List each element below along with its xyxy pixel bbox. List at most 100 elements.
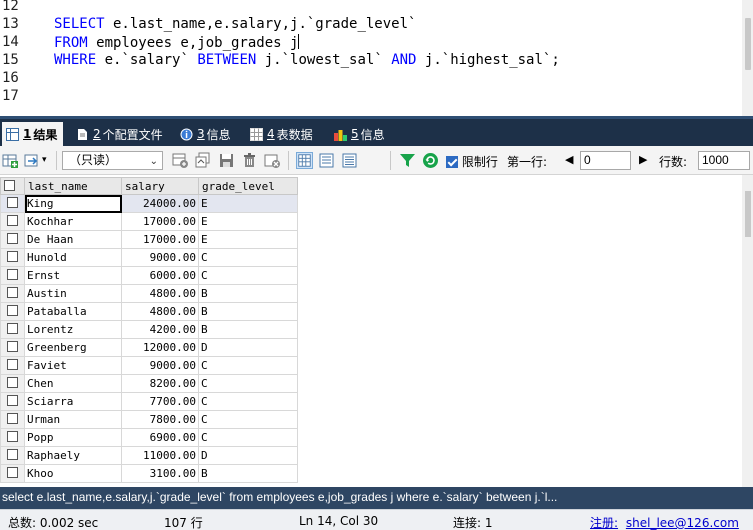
code-line[interactable]: SELECT e.last_name,e.salary,j.`grade_lev… bbox=[54, 16, 416, 32]
refresh-icon[interactable] bbox=[422, 152, 439, 169]
editor-scrollbar-thumb[interactable] bbox=[745, 18, 751, 70]
cell-last-name[interactable]: Pataballa bbox=[24, 302, 122, 321]
row-select-checkbox[interactable] bbox=[0, 266, 25, 285]
cell-salary[interactable]: 24000.00 bbox=[121, 194, 199, 213]
table-row[interactable]: Raphaely 11000.00 D bbox=[0, 446, 298, 465]
editor-scrollbar[interactable] bbox=[742, 0, 753, 116]
row-select-checkbox[interactable] bbox=[0, 428, 25, 447]
cell-grade-level[interactable]: E bbox=[198, 212, 298, 231]
delete-row-icon[interactable] bbox=[241, 152, 258, 169]
table-row[interactable]: King 24000.00 E bbox=[0, 194, 298, 213]
cell-salary[interactable]: 6000.00 bbox=[121, 266, 199, 285]
cell-last-name[interactable]: Raphaely bbox=[24, 446, 122, 465]
duplicate-row-icon[interactable] bbox=[195, 152, 212, 169]
cell-last-name[interactable]: King bbox=[24, 194, 122, 213]
row-select-checkbox[interactable] bbox=[0, 338, 25, 357]
table-row[interactable]: Chen 8200.00 C bbox=[0, 374, 298, 393]
add-row-icon[interactable] bbox=[2, 152, 19, 169]
cell-grade-level[interactable]: E bbox=[198, 230, 298, 249]
row-select-checkbox[interactable] bbox=[0, 410, 25, 429]
table-row[interactable]: Kochhar 17000.00 E bbox=[0, 212, 298, 231]
cell-last-name[interactable]: Lorentz bbox=[24, 320, 122, 339]
cell-salary[interactable]: 4200.00 bbox=[121, 320, 199, 339]
cell-last-name[interactable]: Ernst bbox=[24, 266, 122, 285]
cell-salary[interactable]: 3100.00 bbox=[121, 464, 199, 483]
text-view-icon[interactable] bbox=[341, 152, 358, 169]
save-icon[interactable] bbox=[218, 152, 235, 169]
cell-salary[interactable]: 17000.00 bbox=[121, 230, 199, 249]
cell-grade-level[interactable]: E bbox=[198, 194, 298, 213]
table-row[interactable]: Ernst 6000.00 C bbox=[0, 266, 298, 285]
cell-salary[interactable]: 11000.00 bbox=[121, 446, 199, 465]
cell-grade-level[interactable]: B bbox=[198, 464, 298, 483]
column-header-grade-level[interactable]: grade_level bbox=[198, 177, 298, 195]
cell-last-name[interactable]: De Haan bbox=[24, 230, 122, 249]
cell-salary[interactable]: 9000.00 bbox=[121, 356, 199, 375]
cell-grade-level[interactable]: B bbox=[198, 320, 298, 339]
cell-grade-level[interactable]: C bbox=[198, 392, 298, 411]
cell-grade-level[interactable]: C bbox=[198, 428, 298, 447]
form-view-icon[interactable] bbox=[318, 152, 335, 169]
table-row[interactable]: Popp 6900.00 C bbox=[0, 428, 298, 447]
insert-row-icon[interactable] bbox=[172, 152, 189, 169]
tab-result-grid[interactable]: 1 结果 bbox=[2, 122, 64, 146]
cell-last-name[interactable]: Sciarra bbox=[24, 392, 122, 411]
register-label[interactable]: 注册: bbox=[590, 516, 618, 530]
grid-view-icon[interactable] bbox=[296, 152, 313, 169]
table-row[interactable]: De Haan 17000.00 E bbox=[0, 230, 298, 249]
checkbox-checked-icon[interactable] bbox=[446, 156, 458, 168]
cell-grade-level[interactable]: C bbox=[198, 356, 298, 375]
row-select-checkbox[interactable] bbox=[0, 212, 25, 231]
grid-scrollbar[interactable] bbox=[742, 175, 753, 487]
result-grid[interactable]: last_name salary grade_level King 24000.0… bbox=[0, 175, 753, 487]
row-select-checkbox[interactable] bbox=[0, 248, 25, 267]
cell-salary[interactable]: 9000.00 bbox=[121, 248, 199, 267]
cell-grade-level[interactable]: D bbox=[198, 446, 298, 465]
cell-salary[interactable]: 7800.00 bbox=[121, 410, 199, 429]
cell-grade-level[interactable]: D bbox=[198, 338, 298, 357]
tab-table-data[interactable]: 4 表数据 bbox=[246, 123, 319, 145]
cell-grade-level[interactable]: C bbox=[198, 374, 298, 393]
next-page-icon[interactable]: ▶ bbox=[639, 153, 647, 166]
row-select-checkbox[interactable] bbox=[0, 320, 25, 339]
cell-salary[interactable]: 17000.00 bbox=[121, 212, 199, 231]
limit-rows-checkbox[interactable]: 限制行 bbox=[446, 153, 498, 170]
table-row[interactable]: Pataballa 4800.00 B bbox=[0, 302, 298, 321]
export-icon[interactable] bbox=[24, 152, 41, 169]
cell-grade-level[interactable]: C bbox=[198, 248, 298, 267]
row-count-input[interactable]: 1000 bbox=[698, 151, 750, 170]
cell-last-name[interactable]: Khoo bbox=[24, 464, 122, 483]
cell-salary[interactable]: 7700.00 bbox=[121, 392, 199, 411]
select-all-checkbox[interactable] bbox=[0, 177, 25, 195]
filter-icon[interactable] bbox=[399, 152, 416, 169]
cell-last-name[interactable]: Chen bbox=[24, 374, 122, 393]
table-row[interactable]: Sciarra 7700.00 C bbox=[0, 392, 298, 411]
table-row[interactable]: Austin 4800.00 B bbox=[0, 284, 298, 303]
row-select-checkbox[interactable] bbox=[0, 446, 25, 465]
registered-user-link[interactable]: shel_lee@126.com bbox=[626, 516, 739, 530]
cell-grade-level[interactable]: C bbox=[198, 266, 298, 285]
cell-last-name[interactable]: Hunold bbox=[24, 248, 122, 267]
row-select-checkbox[interactable] bbox=[0, 194, 25, 213]
row-select-checkbox[interactable] bbox=[0, 374, 25, 393]
table-row[interactable]: Khoo 3100.00 B bbox=[0, 464, 298, 483]
cell-last-name[interactable]: Popp bbox=[24, 428, 122, 447]
cell-last-name[interactable]: Austin bbox=[24, 284, 122, 303]
previous-page-icon[interactable]: ◀ bbox=[565, 153, 573, 166]
code-line[interactable]: WHERE e.`salary` BETWEEN j.`lowest_sal` … bbox=[54, 52, 560, 68]
cell-grade-level[interactable]: B bbox=[198, 302, 298, 321]
tab-messages[interactable]: 5 信息 bbox=[330, 123, 391, 145]
tab-profile[interactable]: 2 个配置文件 bbox=[72, 123, 169, 145]
row-select-checkbox[interactable] bbox=[0, 356, 25, 375]
cell-last-name[interactable]: Greenberg bbox=[24, 338, 122, 357]
table-row[interactable]: Faviet 9000.00 C bbox=[0, 356, 298, 375]
cell-salary[interactable]: 8200.00 bbox=[121, 374, 199, 393]
cell-salary[interactable]: 4800.00 bbox=[121, 302, 199, 321]
table-row[interactable]: Greenberg 12000.00 D bbox=[0, 338, 298, 357]
read-only-mode-select[interactable]: （只读） ⌄ bbox=[62, 151, 163, 170]
cell-last-name[interactable]: Urman bbox=[24, 410, 122, 429]
row-select-checkbox[interactable] bbox=[0, 284, 25, 303]
cell-salary[interactable]: 12000.00 bbox=[121, 338, 199, 357]
sql-editor[interactable]: 12 13 14 15 16 17 SELECT e.last_name,e.salary… bbox=[0, 0, 753, 116]
cell-last-name[interactable]: Faviet bbox=[24, 356, 122, 375]
